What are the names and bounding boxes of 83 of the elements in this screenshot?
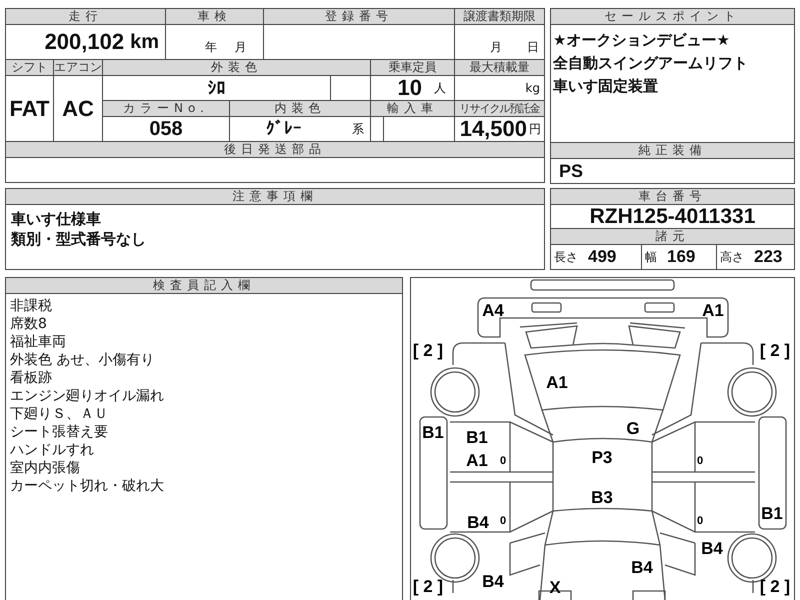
door-mark: 0 [696, 455, 704, 467]
damage-code: B1 [761, 504, 783, 523]
column-header: セールスポイント [551, 9, 794, 24]
column-header: 諸元 [551, 229, 794, 244]
inspector-note: 室内内張傷 [10, 459, 81, 477]
tire-tread-mark: [ 2 ] [412, 341, 444, 360]
unit-label: 月 [234, 39, 246, 56]
note-text: 類別・型式番号なし [11, 229, 147, 249]
unit-label: 月 [490, 39, 502, 56]
column-header: 譲渡書類期限 [455, 9, 544, 24]
unit-label: 年 [204, 39, 217, 56]
inspector-note: シート張替え要 [10, 423, 109, 441]
damage-code: A1 [546, 373, 568, 392]
damage-code: A1 [466, 451, 488, 470]
damage-code: B1 [466, 428, 488, 447]
inspector-note: 福祉車両 [10, 333, 67, 351]
equipment-value: PS [551, 159, 794, 183]
tire-tread-mark: [ 2 ] [412, 577, 444, 596]
inspector-note: カーペット切れ・破れ大 [10, 477, 165, 495]
capacity-value: 10 [398, 75, 422, 101]
column-header: 最大積載量 [455, 60, 544, 75]
unit-label: 人 [434, 80, 446, 96]
spec-label: 幅 [645, 248, 657, 266]
damage-code: A4 [482, 301, 504, 320]
table-cell: ｼﾛ [103, 76, 330, 100]
column-header: 登録番号 [264, 9, 454, 24]
table-cell: kg [455, 76, 544, 100]
door-mark: 0 [500, 455, 506, 467]
door-mark: 0 [500, 515, 506, 527]
sales-point-text: 全自動スイングアームリフト [553, 53, 749, 74]
column-header: 内装色 [230, 101, 370, 116]
interior-color-value: ｸﾞﾚｰ [266, 119, 302, 139]
damage-code: B4 [482, 572, 504, 591]
damage-code: P3 [592, 448, 612, 467]
column-header: カラーNo. [103, 101, 229, 116]
chassis-number: RZH125-4011331 [551, 205, 794, 228]
damage-code: B4 [631, 558, 653, 577]
table-cell: FAT [6, 76, 53, 141]
unit-label: 日 [527, 39, 539, 56]
inspector-note: 席数8 [10, 315, 48, 333]
inspector-note: 外装色 あせ、小傷有り [10, 351, 156, 369]
column-header: 車台番号 [551, 189, 794, 204]
note-text: 車いす仕様車 [11, 209, 102, 229]
door-mark: 0 [696, 515, 704, 527]
column-header: 走行 [6, 9, 165, 24]
tire-tread-mark: [ 2 ] [760, 577, 790, 596]
damage-code: B4 [701, 539, 723, 558]
damage-code: A1 [702, 301, 724, 320]
column-header: シフト [6, 60, 53, 75]
inspector-note: 下廻りＳ、ＡＵ [10, 405, 109, 423]
damage-code: B3 [591, 488, 613, 507]
table-cell: AC [54, 76, 102, 141]
damage-code: G [626, 419, 640, 438]
inspector-note: エンジン廻りオイル漏れ [10, 387, 165, 405]
recycle-fee-value: 14,500 [460, 116, 527, 142]
column-header: エアコン [54, 60, 102, 75]
damage-code: B4 [467, 513, 489, 532]
sales-point-text: 車いす固定装置 [553, 76, 659, 97]
column-header: 輸入車 [371, 101, 454, 116]
unit-label: 系 [352, 120, 364, 138]
tire-tread-mark: [ 2 ] [760, 341, 790, 360]
spec-label: 長さ [554, 248, 578, 266]
column-header: 車検 [166, 9, 263, 24]
inspector-note: 非課税 [10, 297, 53, 315]
spec-value: 223 [754, 247, 782, 267]
inspector-note: 看板跡 [10, 369, 53, 387]
spec-value: 499 [588, 247, 616, 267]
column-header: 後日発送部品 [6, 142, 544, 157]
column-header: 検査員記入欄 [6, 278, 402, 293]
column-header: リサイクル預託金 [455, 101, 544, 116]
inspector-note: ハンドルすれ [10, 441, 95, 459]
column-header: 注意事項欄 [6, 189, 544, 204]
column-header: 純正装備 [551, 143, 794, 158]
unit-label: 円 [529, 120, 541, 138]
unit-label: km [130, 30, 159, 54]
column-header: 乗車定員 [371, 60, 454, 75]
damage-code: B1 [422, 423, 444, 442]
spec-value: 169 [667, 247, 696, 267]
sales-point-text: ★オークションデビュー★ [553, 30, 731, 51]
column-header: 外装色 [103, 60, 370, 75]
spec-label: 高さ [720, 248, 744, 266]
mileage-value: 200,102 [44, 29, 124, 55]
table-cell: 058 [103, 117, 229, 141]
